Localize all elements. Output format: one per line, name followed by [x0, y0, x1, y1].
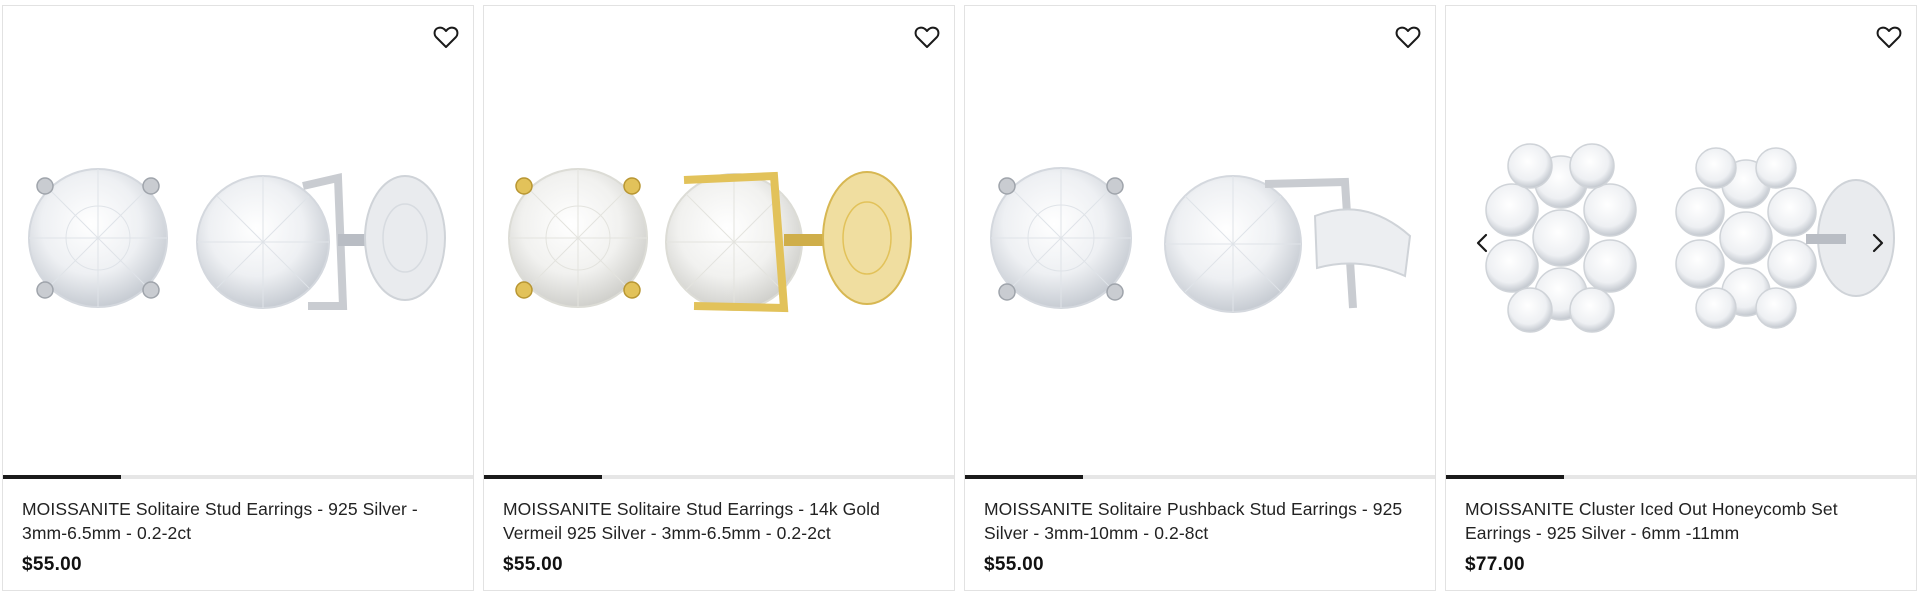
product-price: $55.00 [503, 554, 563, 575]
image-progress-fill [3, 475, 121, 479]
product-price: $55.00 [22, 554, 82, 575]
image-progress-fill [484, 475, 602, 479]
product-image[interactable] [1446, 6, 1916, 475]
product-image[interactable] [965, 6, 1435, 475]
carousel-next-chevron-right-icon[interactable] [1866, 227, 1890, 259]
product-image[interactable] [484, 6, 954, 475]
product-price: $55.00 [984, 554, 1044, 575]
product-title[interactable]: MOISSANITE Cluster Iced Out Honeycomb Se… [1465, 497, 1902, 545]
product-title[interactable]: MOISSANITE Solitaire Stud Earrings - 14k… [503, 497, 940, 545]
pushback-stud-earrings-image [990, 167, 1412, 313]
stud-earrings-image [28, 168, 446, 310]
product-card[interactable]: MOISSANITE Cluster Iced Out Honeycomb Se… [1445, 5, 1917, 591]
image-progress-bar [3, 475, 473, 479]
product-title[interactable]: MOISSANITE Solitaire Pushback Stud Earri… [984, 497, 1421, 545]
image-progress-bar [484, 475, 954, 479]
product-price: $77.00 [1465, 554, 1525, 575]
gold-stud-earrings-image [508, 168, 912, 313]
image-progress-fill [965, 475, 1083, 479]
image-progress-fill [1446, 475, 1564, 479]
product-card[interactable]: MOISSANITE Solitaire Stud Earrings - 14k… [483, 5, 955, 591]
product-image[interactable] [3, 6, 473, 475]
wishlist-heart-icon[interactable] [910, 20, 944, 54]
wishlist-heart-icon[interactable] [1391, 20, 1425, 54]
image-progress-bar [1446, 475, 1916, 479]
product-card[interactable]: MOISSANITE Solitaire Stud Earrings - 925… [2, 5, 474, 591]
product-card[interactable]: MOISSANITE Solitaire Pushback Stud Earri… [964, 5, 1436, 591]
cluster-earrings-image [1485, 143, 1895, 333]
image-progress-bar [965, 475, 1435, 479]
product-title[interactable]: MOISSANITE Solitaire Stud Earrings - 925… [22, 497, 459, 545]
carousel-prev-chevron-left-icon[interactable] [1470, 227, 1494, 259]
wishlist-heart-icon[interactable] [429, 20, 463, 54]
wishlist-heart-icon[interactable] [1872, 20, 1906, 54]
